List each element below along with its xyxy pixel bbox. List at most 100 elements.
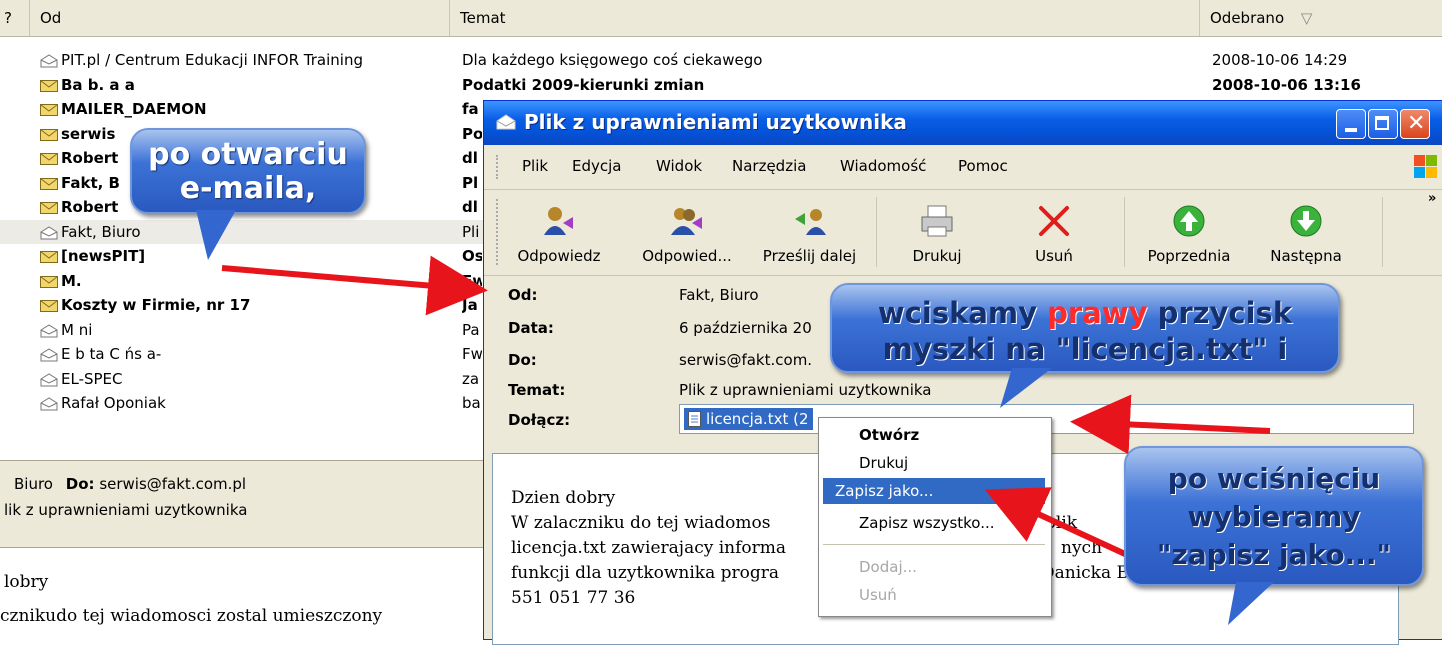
row-date: 2008-10-06 14:29 (1212, 51, 1348, 69)
ctx-save-as[interactable]: Zapisz jako... (823, 478, 1045, 504)
date-value: 6 października 20 (679, 319, 812, 337)
menu-edycja[interactable]: Edycja (572, 157, 621, 175)
minimize-icon (1345, 128, 1357, 132)
close-button[interactable]: ✕ (1400, 109, 1430, 139)
context-menu[interactable]: Otwórz Drukuj Zapisz jako... Zapisz wszy… (818, 417, 1052, 617)
row-subject: Dla każdego księgowego coś ciekawego (462, 51, 763, 69)
preview-header: Biuro Do: serwis@fakt.com.pl lik z upraw… (0, 460, 485, 548)
menu-bar: Plik Edycja Widok Narzędzia Wiadomość Po… (484, 145, 1442, 190)
delete-x-icon (1039, 206, 1069, 236)
toolbar-overflow-icon[interactable]: » (1428, 191, 1436, 206)
ctx-save-all[interactable]: Zapisz wszystko... (823, 510, 1045, 536)
previous-button[interactable]: Poprzednia (1139, 189, 1239, 275)
row-subject: Fw (462, 345, 482, 363)
maximize-icon (1375, 116, 1389, 130)
row-subject: Ja (462, 296, 478, 314)
row-subject: dl (462, 198, 478, 216)
menu-narzedzia[interactable]: Narzędzia (732, 157, 806, 175)
row-from: Koszty w Firmie, nr 17 (40, 293, 250, 317)
open-envelope-icon (40, 372, 58, 386)
flag-column-header[interactable]: ? (0, 0, 30, 36)
to-value: serwis@fakt.com. (679, 351, 813, 369)
preview-subject: lik z uprawnieniami uzytkownika (4, 501, 248, 519)
next-button[interactable]: Następna (1256, 189, 1356, 275)
from-label: Od: (508, 286, 538, 304)
row-subject: Podatki 2009-kierunki zmian (462, 75, 705, 94)
row-from: Ba b. a a (40, 73, 135, 97)
toolbar-grip (496, 199, 501, 265)
message-list-header: ? Od Temat Odebrano ▽ (0, 0, 1442, 37)
menu-pomoc[interactable]: Pomoc (958, 157, 1008, 175)
arrow-up-icon (1173, 205, 1205, 237)
callout-tail (196, 210, 236, 260)
reply-button[interactable]: Odpowiedz (514, 189, 604, 275)
ctx-print[interactable]: Drukuj (823, 450, 1045, 476)
ctx-add: Dodaj... (859, 558, 917, 576)
callout-save-as: po wciśnięciu wybieramy "zapisz jako..." (1124, 446, 1424, 586)
preview-to: serwis@fakt.com.pl (99, 475, 247, 493)
column-header-subject[interactable]: Temat (450, 0, 1200, 36)
window-title: Plik z uprawnieniami uzytkownika (524, 110, 907, 134)
envelope-icon (40, 250, 58, 263)
envelope-icon (40, 79, 58, 92)
row-subject: dl (462, 149, 478, 167)
reply-all-button[interactable]: Odpowied... (632, 189, 742, 275)
ctx-delete: Usuń (859, 586, 897, 604)
envelope-icon (40, 299, 58, 312)
forward-icon (794, 209, 826, 235)
attachment-licencja-txt[interactable]: licencja.txt (2 (684, 408, 813, 430)
open-envelope-icon (40, 397, 58, 411)
forward-button[interactable]: Prześlij dalej (752, 189, 867, 275)
table-row[interactable]: Ba b. a a Podatki 2009-kierunki zmian 2008… (0, 73, 1442, 97)
to-label: Do: (508, 351, 537, 369)
delete-button[interactable]: Usuń (1014, 189, 1094, 275)
toolbar: Odpowiedz Odpowied... Prześlij dalej Dru… (484, 189, 1442, 276)
preview-body-line: lobry (4, 572, 49, 592)
envelope-icon (40, 275, 58, 288)
column-header-received[interactable]: Odebrano ▽ (1200, 0, 1442, 36)
menu-grip (496, 155, 501, 179)
row-from: PIT.pl / Centrum Edukacji INFOR Training (40, 48, 363, 72)
table-row[interactable]: PIT.pl / Centrum Edukacji INFOR Training… (0, 48, 1442, 72)
preview-to-label: Do: (65, 475, 95, 493)
column-header-from[interactable]: Od (30, 0, 450, 36)
reply-icon (544, 207, 573, 235)
row-subject: Pli (462, 222, 480, 241)
row-from: M ni (40, 318, 92, 342)
print-button[interactable]: Drukuj (892, 189, 982, 275)
row-subject: Pl (462, 173, 479, 192)
row-from: MAILER_DAEMON (40, 97, 207, 121)
row-subject: fa (462, 100, 479, 118)
menu-widok[interactable]: Widok (656, 157, 702, 175)
callout-tail (1228, 582, 1274, 625)
row-from: E b ta C ńs a- (40, 342, 161, 366)
arrow-down-icon (1290, 205, 1322, 237)
menu-plik[interactable]: Plik (522, 157, 548, 175)
row-subject: Pa (462, 320, 480, 339)
row-from: Robert (40, 146, 118, 170)
envelope-icon (40, 177, 58, 190)
preview-body-line: cznikudo tej wiadomosci zostal umieszczo… (0, 606, 383, 626)
sort-desc-icon: ▽ (1300, 9, 1313, 27)
row-from: [newsPIT] (40, 244, 145, 268)
windows-logo-icon (1414, 155, 1438, 179)
from-value: Fakt, Biuro (679, 286, 759, 304)
row-from: Fakt, Biuro (40, 220, 141, 244)
ctx-open[interactable]: Otwórz (823, 422, 1045, 448)
body-line: Dzien dobry (511, 488, 616, 508)
minimize-button[interactable] (1336, 109, 1366, 139)
row-date: 2008-10-06 13:16 (1212, 75, 1361, 94)
menu-wiadomosc[interactable]: Wiadomość (840, 157, 926, 175)
window-titlebar[interactable]: Plik z uprawnieniami uzytkownika ✕ (484, 101, 1442, 145)
text-file-icon (688, 411, 701, 427)
envelope-icon (40, 103, 58, 116)
row-subject: Po (462, 124, 482, 143)
body-line: 551 051 77 36 (511, 588, 636, 608)
body-line: funkcji dla uzytkownika progra (511, 563, 780, 583)
row-subject: Os (462, 247, 482, 265)
row-from: Rafał Oponiak (40, 391, 166, 415)
open-envelope-icon (40, 348, 58, 362)
row-from: M. (40, 269, 82, 293)
row-subject: ba (462, 394, 481, 412)
maximize-button[interactable] (1368, 109, 1398, 139)
